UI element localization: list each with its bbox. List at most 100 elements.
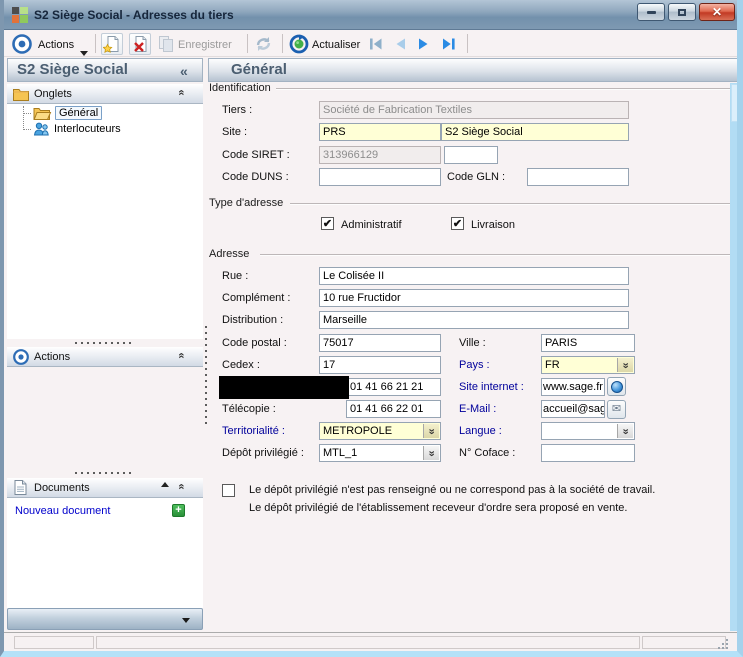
- nav-last-button[interactable]: [441, 37, 457, 56]
- dropdown-button[interactable]: »: [617, 424, 633, 438]
- telecopie-field[interactable]: 01 41 66 22 01: [346, 400, 441, 418]
- status-cell: [96, 636, 640, 649]
- duns-label: Code DUNS :: [222, 171, 289, 183]
- new-document-link[interactable]: Nouveau document: [15, 505, 110, 517]
- pays-combo[interactable]: FR »: [541, 356, 635, 374]
- siret-extra-field[interactable]: [444, 146, 498, 164]
- new-record-button[interactable]: [101, 33, 123, 55]
- rue-field[interactable]: Le Colisée II: [319, 267, 629, 285]
- minimize-button[interactable]: [637, 3, 665, 21]
- collapse-section-icon[interactable]: »: [179, 350, 184, 362]
- site-code-field[interactable]: PRS: [319, 123, 441, 141]
- tiers-field[interactable]: Société de Fabrication Textiles: [319, 101, 629, 119]
- toolbar-separator: [282, 34, 283, 53]
- telephone-field[interactable]: 01 41 66 21 21: [346, 378, 441, 396]
- ville-label: Ville :: [459, 337, 486, 349]
- distribution-field[interactable]: Marseille: [319, 311, 629, 329]
- siret-label: Code SIRET :: [222, 149, 290, 161]
- actions-menu-button[interactable]: [12, 34, 32, 59]
- siret-field[interactable]: 313966129: [319, 146, 441, 164]
- group-line: [290, 203, 737, 205]
- close-button[interactable]: ✕: [699, 3, 735, 21]
- telecopie-label: Télécopie :: [222, 403, 276, 415]
- status-bar: [4, 632, 737, 651]
- livraison-label: Livraison: [471, 219, 515, 231]
- onglets-section-header[interactable]: Onglets »: [7, 84, 203, 104]
- horizontal-splitter[interactable]: [75, 340, 135, 345]
- nav-next-button[interactable]: [417, 37, 431, 56]
- dropdown-button[interactable]: »: [423, 424, 439, 438]
- vertical-scrollbar[interactable]: [730, 83, 741, 631]
- bullseye-icon: [13, 349, 29, 365]
- send-email-button[interactable]: ✉: [607, 400, 626, 419]
- livraison-checkbox[interactable]: ✔: [451, 217, 464, 230]
- tree-item-label[interactable]: Général: [55, 106, 102, 120]
- footer-dropdown-icon[interactable]: [182, 618, 190, 623]
- tree-guide: [23, 106, 24, 130]
- territorialite-label: Territorialité :: [222, 425, 285, 437]
- save-button-label[interactable]: Enregistrer: [178, 39, 232, 51]
- vertical-splitter[interactable]: [204, 322, 207, 427]
- open-website-button[interactable]: [607, 377, 626, 396]
- code-postal-field[interactable]: 75017: [319, 334, 441, 352]
- site-name-field[interactable]: S2 Siège Social: [441, 123, 629, 141]
- maximize-button[interactable]: [668, 3, 696, 21]
- people-icon: [33, 122, 50, 136]
- distribution-label: Distribution :: [222, 314, 283, 326]
- resize-grip[interactable]: [716, 637, 730, 650]
- site-internet-label: Site internet :: [459, 381, 524, 393]
- collapse-section-icon[interactable]: »: [179, 481, 184, 493]
- actualiser-label[interactable]: Actualiser: [312, 39, 360, 51]
- nav-first-button[interactable]: [368, 37, 384, 56]
- administratif-checkbox[interactable]: ✔: [321, 217, 334, 230]
- dropdown-button[interactable]: »: [423, 446, 439, 460]
- actions-section-header[interactable]: Actions »: [7, 347, 203, 367]
- horizontal-splitter[interactable]: [75, 470, 135, 475]
- site-internet-field[interactable]: www.sage.fr: [541, 378, 605, 396]
- site-label: Site :: [222, 126, 247, 138]
- langue-combo[interactable]: »: [541, 422, 635, 440]
- gln-field[interactable]: [527, 168, 629, 186]
- nav-previous-button[interactable]: [393, 37, 407, 56]
- group-title-type-adresse: Type d'adresse: [209, 197, 283, 209]
- add-document-button[interactable]: +: [172, 504, 185, 517]
- maximize-icon: [678, 9, 686, 16]
- title-bar[interactable]: S2 Siège Social - Adresses du tiers ✕: [0, 0, 743, 30]
- documents-content: Nouveau document +: [7, 498, 203, 608]
- documents-section-header[interactable]: Documents »: [7, 478, 203, 498]
- actualiser-button[interactable]: [289, 34, 309, 59]
- territorialite-value: METROPOLE: [323, 425, 392, 437]
- refresh-button[interactable]: [254, 35, 273, 58]
- scroll-up-icon[interactable]: [161, 482, 169, 487]
- duns-field[interactable]: [319, 168, 441, 186]
- toolbar-separator: [95, 34, 96, 53]
- sidebar-item-interlocuteurs[interactable]: Interlocuteurs: [33, 121, 121, 137]
- main-panel: Général Identification Tiers : Société d…: [208, 58, 740, 631]
- collapse-section-icon[interactable]: »: [179, 87, 184, 99]
- note-line1: Le dépôt privilégié n'est pas renseigné …: [249, 484, 655, 496]
- collapse-panel-icon[interactable]: «: [180, 60, 188, 82]
- folder-icon: [13, 87, 29, 101]
- scrollbar-thumb[interactable]: [731, 84, 739, 122]
- dropdown-button[interactable]: »: [617, 358, 633, 372]
- actions-menu-label[interactable]: Actions: [38, 39, 74, 51]
- application-window: S2 Siège Social - Adresses du tiers ✕ Ac…: [0, 0, 743, 657]
- tree-item-label[interactable]: Interlocuteurs: [54, 123, 121, 135]
- coface-field[interactable]: [541, 444, 635, 462]
- email-field[interactable]: accueil@sag: [541, 400, 605, 418]
- depot-value: MTL_1: [323, 447, 357, 459]
- territorialite-combo[interactable]: METROPOLE »: [319, 422, 441, 440]
- sidebar-item-general[interactable]: Général: [33, 105, 102, 121]
- status-cell: [642, 636, 726, 649]
- group-line: [260, 254, 737, 256]
- group-line: [276, 88, 737, 90]
- depot-warning-checkbox[interactable]: [222, 484, 235, 497]
- complement-field[interactable]: 10 rue Fructidor: [319, 289, 629, 307]
- delete-record-button[interactable]: [129, 33, 151, 55]
- ville-field[interactable]: PARIS: [541, 334, 635, 352]
- cedex-field[interactable]: 17: [319, 356, 441, 374]
- save-button[interactable]: [157, 35, 175, 58]
- depot-combo[interactable]: MTL_1 »: [319, 444, 441, 462]
- nav-previous-icon: [393, 37, 407, 51]
- left-panel-title: S2 Siège Social: [8, 61, 128, 78]
